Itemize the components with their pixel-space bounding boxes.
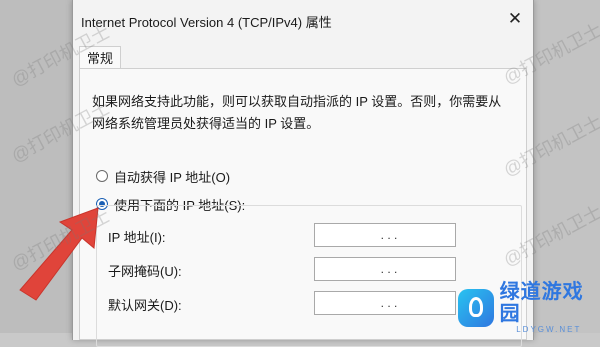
- site-logo: 绿道游戏园 LDYGW.NET: [458, 281, 598, 334]
- logo-text: 绿道游戏园 LDYGW.NET: [500, 281, 598, 335]
- red-arrow: [19, 207, 99, 301]
- logo-domain: LDYGW.NET: [516, 325, 582, 334]
- logo-name: 绿道游戏园: [499, 281, 584, 325]
- logo-icon: [458, 289, 494, 327]
